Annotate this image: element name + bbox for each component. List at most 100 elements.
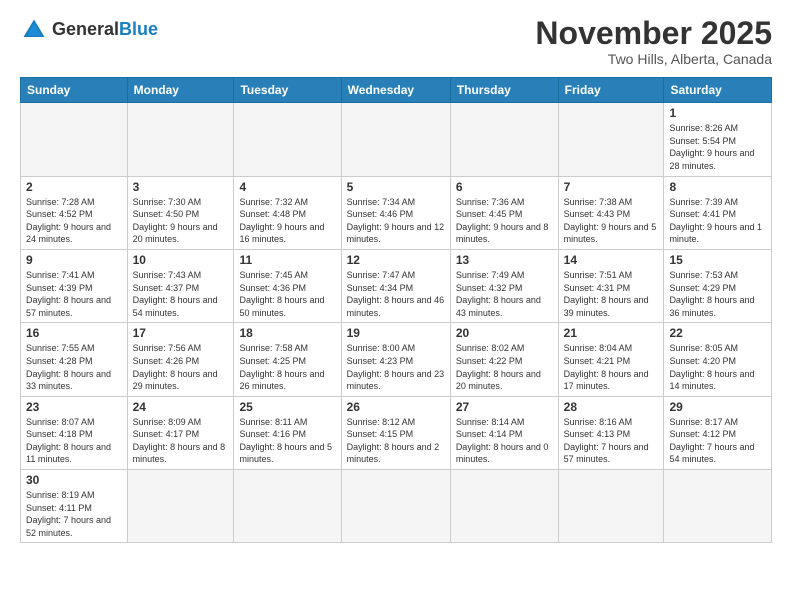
day-number: 7 [564,180,659,194]
calendar: Sunday Monday Tuesday Wednesday Thursday… [20,77,772,543]
location: Two Hills, Alberta, Canada [535,51,772,67]
day-info: Sunrise: 8:09 AM Sunset: 4:17 PM Dayligh… [133,416,229,466]
day-info: Sunrise: 7:36 AM Sunset: 4:45 PM Dayligh… [456,196,553,246]
col-friday: Friday [558,78,664,103]
day-number: 10 [133,253,229,267]
day-number: 23 [26,400,122,414]
day-number: 16 [26,326,122,340]
col-sunday: Sunday [21,78,128,103]
calendar-cell: 24 Sunrise: 8:09 AM Sunset: 4:17 PM Dayli… [127,396,234,469]
day-number: 5 [347,180,445,194]
calendar-cell: 22 Sunrise: 8:05 AM Sunset: 4:20 PM Dayli… [664,323,772,396]
day-info: Sunrise: 7:41 AM Sunset: 4:39 PM Dayligh… [26,269,122,319]
day-info: Sunrise: 8:16 AM Sunset: 4:13 PM Dayligh… [564,416,659,466]
day-number: 6 [456,180,553,194]
day-number: 25 [239,400,335,414]
day-info: Sunrise: 8:19 AM Sunset: 4:11 PM Dayligh… [26,489,122,539]
day-number: 22 [669,326,766,340]
calendar-cell: 30 Sunrise: 8:19 AM Sunset: 4:11 PM Dayli… [21,470,128,543]
day-info: Sunrise: 7:32 AM Sunset: 4:48 PM Dayligh… [239,196,335,246]
calendar-cell [341,470,450,543]
day-number: 2 [26,180,122,194]
logo: GeneralBlue [20,16,158,44]
day-info: Sunrise: 7:38 AM Sunset: 4:43 PM Dayligh… [564,196,659,246]
calendar-cell [558,470,664,543]
day-number: 4 [239,180,335,194]
weekday-header-row: Sunday Monday Tuesday Wednesday Thursday… [21,78,772,103]
day-info: Sunrise: 7:39 AM Sunset: 4:41 PM Dayligh… [669,196,766,246]
col-thursday: Thursday [450,78,558,103]
calendar-cell [127,470,234,543]
day-number: 8 [669,180,766,194]
day-info: Sunrise: 7:53 AM Sunset: 4:29 PM Dayligh… [669,269,766,319]
day-number: 3 [133,180,229,194]
day-info: Sunrise: 7:56 AM Sunset: 4:26 PM Dayligh… [133,342,229,392]
day-info: Sunrise: 8:14 AM Sunset: 4:14 PM Dayligh… [456,416,553,466]
calendar-cell: 11Sunrise: 7:45 AM Sunset: 4:36 PM Dayli… [234,249,341,322]
day-number: 21 [564,326,659,340]
day-info: Sunrise: 7:58 AM Sunset: 4:25 PM Dayligh… [239,342,335,392]
logo-icon [20,16,48,44]
calendar-cell: 29 Sunrise: 8:17 AM Sunset: 4:12 PM Dayli… [664,396,772,469]
calendar-cell: 14 Sunrise: 7:51 AM Sunset: 4:31 PM Dayli… [558,249,664,322]
day-info: Sunrise: 7:34 AM Sunset: 4:46 PM Dayligh… [347,196,445,246]
day-info: Sunrise: 7:30 AM Sunset: 4:50 PM Dayligh… [133,196,229,246]
calendar-cell [558,103,664,176]
calendar-cell: 4 Sunrise: 7:32 AM Sunset: 4:48 PM Daylig… [234,176,341,249]
day-number: 30 [26,473,122,487]
calendar-cell: 28 Sunrise: 8:16 AM Sunset: 4:13 PM Dayli… [558,396,664,469]
calendar-cell: 21 Sunrise: 8:04 AM Sunset: 4:21 PM Dayli… [558,323,664,396]
calendar-cell: 25 Sunrise: 8:11 AM Sunset: 4:16 PM Dayli… [234,396,341,469]
col-tuesday: Tuesday [234,78,341,103]
day-number: 1 [669,106,766,120]
page: GeneralBlue November 2025 Two Hills, Alb… [0,0,792,612]
calendar-cell: 13 Sunrise: 7:49 AM Sunset: 4:32 PM Dayli… [450,249,558,322]
day-number: 15 [669,253,766,267]
calendar-cell: 23Sunrise: 8:07 AM Sunset: 4:18 PM Dayli… [21,396,128,469]
day-number: 11 [239,253,335,267]
calendar-cell: 8 Sunrise: 7:39 AM Sunset: 4:41 PM Daylig… [664,176,772,249]
calendar-cell: 9Sunrise: 7:41 AM Sunset: 4:39 PM Daylig… [21,249,128,322]
day-info: Sunrise: 8:04 AM Sunset: 4:21 PM Dayligh… [564,342,659,392]
day-number: 14 [564,253,659,267]
day-info: Sunrise: 7:47 AM Sunset: 4:34 PM Dayligh… [347,269,445,319]
day-number: 27 [456,400,553,414]
day-info: Sunrise: 8:11 AM Sunset: 4:16 PM Dayligh… [239,416,335,466]
col-saturday: Saturday [664,78,772,103]
calendar-row-0: 1 Sunrise: 8:26 AM Sunset: 5:54 PM Daylig… [21,103,772,176]
day-info: Sunrise: 8:02 AM Sunset: 4:22 PM Dayligh… [456,342,553,392]
day-info: Sunrise: 7:49 AM Sunset: 4:32 PM Dayligh… [456,269,553,319]
calendar-row-5: 30 Sunrise: 8:19 AM Sunset: 4:11 PM Dayli… [21,470,772,543]
day-number: 13 [456,253,553,267]
col-monday: Monday [127,78,234,103]
day-number: 28 [564,400,659,414]
calendar-cell: 26Sunrise: 8:12 AM Sunset: 4:15 PM Dayli… [341,396,450,469]
day-info: Sunrise: 8:26 AM Sunset: 5:54 PM Dayligh… [669,122,766,172]
day-info: Sunrise: 7:51 AM Sunset: 4:31 PM Dayligh… [564,269,659,319]
calendar-cell: 17 Sunrise: 7:56 AM Sunset: 4:26 PM Dayli… [127,323,234,396]
calendar-cell: 10Sunrise: 7:43 AM Sunset: 4:37 PM Dayli… [127,249,234,322]
calendar-cell: 5 Sunrise: 7:34 AM Sunset: 4:46 PM Daylig… [341,176,450,249]
day-number: 17 [133,326,229,340]
calendar-cell: 7 Sunrise: 7:38 AM Sunset: 4:43 PM Daylig… [558,176,664,249]
calendar-cell [341,103,450,176]
day-number: 19 [347,326,445,340]
day-info: Sunrise: 7:55 AM Sunset: 4:28 PM Dayligh… [26,342,122,392]
calendar-row-1: 2 Sunrise: 7:28 AM Sunset: 4:52 PM Daylig… [21,176,772,249]
calendar-cell: 6 Sunrise: 7:36 AM Sunset: 4:45 PM Daylig… [450,176,558,249]
day-number: 20 [456,326,553,340]
day-number: 29 [669,400,766,414]
calendar-cell [234,103,341,176]
day-number: 24 [133,400,229,414]
header: GeneralBlue November 2025 Two Hills, Alb… [20,16,772,67]
day-number: 18 [239,326,335,340]
calendar-cell [21,103,128,176]
calendar-cell: 19 Sunrise: 8:00 AM Sunset: 4:23 PM Dayli… [341,323,450,396]
day-info: Sunrise: 8:17 AM Sunset: 4:12 PM Dayligh… [669,416,766,466]
title-block: November 2025 Two Hills, Alberta, Canada [535,16,772,67]
day-info: Sunrise: 8:05 AM Sunset: 4:20 PM Dayligh… [669,342,766,392]
calendar-cell: 15 Sunrise: 7:53 AM Sunset: 4:29 PM Dayli… [664,249,772,322]
day-number: 12 [347,253,445,267]
day-info: Sunrise: 7:28 AM Sunset: 4:52 PM Dayligh… [26,196,122,246]
day-info: Sunrise: 8:00 AM Sunset: 4:23 PM Dayligh… [347,342,445,392]
